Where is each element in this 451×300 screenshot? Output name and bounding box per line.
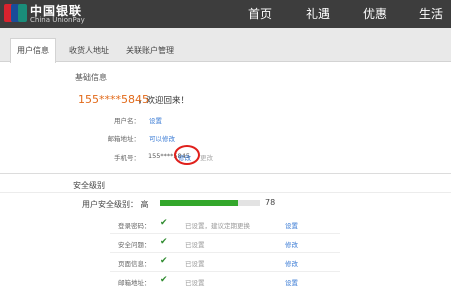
- security-progress-fill: [160, 200, 238, 206]
- security-progress-bar: [160, 200, 260, 206]
- row-security-question-status: 已设置: [185, 241, 205, 249]
- row-email-label: 邮箱地址：: [118, 279, 151, 287]
- row-login-password-action[interactable]: 设置: [285, 220, 298, 230]
- security-level-value: 高: [140, 200, 149, 209]
- unionpay-logo-icon[interactable]: [4, 3, 28, 23]
- nav-discounts[interactable]: 优惠: [363, 5, 387, 22]
- check-icon: ✔: [160, 256, 168, 266]
- row-separator: [110, 252, 340, 253]
- welcome-message: ，欢迎回来！: [138, 96, 190, 106]
- email-label: 邮箱地址：: [107, 135, 141, 143]
- check-icon: ✔: [160, 275, 168, 285]
- row-login-password-label: 登录密码：: [118, 222, 151, 230]
- account-tabs: 用户信息 收货人地址 关联账户管理: [0, 28, 451, 63]
- row-page-info-action[interactable]: 修改: [285, 258, 298, 268]
- phone-change-link[interactable]: 更改: [200, 152, 213, 162]
- row-security-question-action[interactable]: 修改: [285, 239, 298, 249]
- phone-label: 手机号：: [114, 154, 140, 162]
- security-score: 78: [265, 198, 276, 207]
- highlight-circle-annotation: [174, 145, 200, 165]
- row-page-info-label: 页面信息：: [118, 260, 151, 268]
- row-separator: [110, 271, 340, 272]
- row-separator: [110, 233, 340, 234]
- username-label: 用户名：: [114, 117, 140, 125]
- row-email-action[interactable]: 设置: [285, 277, 298, 287]
- section-divider: [0, 173, 451, 174]
- tab-user-info[interactable]: 用户信息: [10, 38, 56, 63]
- check-icon: ✔: [160, 218, 168, 228]
- tab-linked-accounts[interactable]: 关联账户管理: [120, 40, 180, 61]
- security-divider: [0, 192, 451, 193]
- tab-shipping-address[interactable]: 收货人地址: [63, 40, 115, 61]
- username-set-link[interactable]: 设置: [149, 115, 162, 125]
- nav-life[interactable]: 生活: [419, 5, 443, 22]
- row-security-question-label: 安全问题：: [118, 241, 151, 249]
- row-page-info-status: 已设置: [185, 260, 205, 268]
- check-icon: ✔: [160, 237, 168, 247]
- security-level-text: 用户安全级别：: [82, 200, 138, 209]
- email-edit-link[interactable]: 可以修改: [149, 133, 175, 143]
- nav-home[interactable]: 首页: [248, 5, 272, 22]
- security-level-label: 用户安全级别： 高: [82, 199, 149, 210]
- row-email-status: 已设置: [185, 279, 205, 287]
- brand-name-en: China UnionPay: [30, 16, 85, 24]
- top-navigation-bar: 中国银联 China UnionPay 首页 礼遇 优惠 生活: [0, 0, 451, 28]
- basic-info-title: 基础信息: [75, 73, 107, 82]
- security-level-title: 安全级别: [73, 181, 105, 190]
- row-login-password-status: 已设置，建议定期更换: [185, 222, 250, 230]
- nav-privileges[interactable]: 礼遇: [306, 5, 330, 22]
